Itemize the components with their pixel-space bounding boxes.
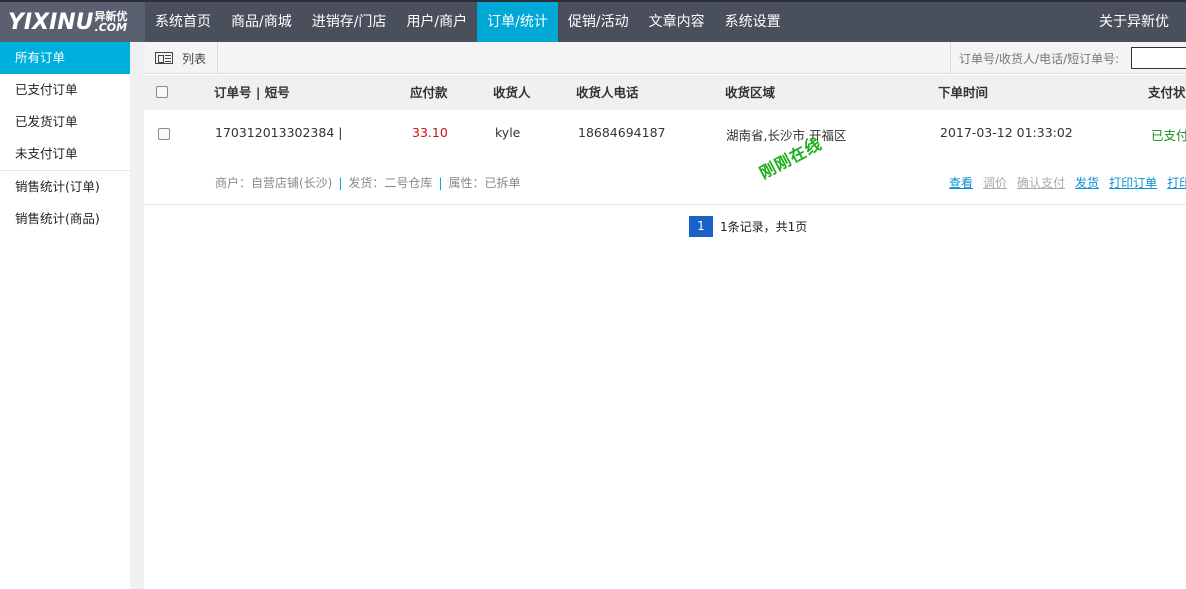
row-meta: 商户：自营店铺(长沙) | 发货：二号仓库 | 属性：已拆单 [215, 174, 521, 191]
header-receiver: 收货人 [493, 85, 531, 100]
sidebar-item-sales-stats-orders[interactable]: 销售统计(订单) [0, 171, 130, 203]
header-region: 收货区域 [725, 85, 776, 100]
sidebar-item-sales-stats-goods[interactable]: 销售统计(商品) [0, 203, 130, 235]
cell-receiver: kyle [495, 125, 521, 140]
meta-ship: 发货：二号仓库 [348, 176, 433, 190]
page-info: 1条记录，共1页 [720, 220, 808, 234]
logo[interactable]: YIXINU 异新优 .COM [0, 2, 145, 42]
sidebar-item-paid-orders[interactable]: 已支付订单 [0, 74, 130, 106]
logo-com: .COM [94, 21, 128, 34]
cell-order-no: 170312013302384 | [215, 125, 343, 140]
sidebar-item-all-orders[interactable]: 所有订单 [0, 42, 130, 74]
table-row: 170312013302384 | 33.10 kyle 18684694187… [144, 110, 1186, 205]
cell-phone: 18684694187 [578, 125, 666, 140]
cell-region: 湖南省,长沙市,开福区 [726, 128, 847, 143]
search-area: 订单号/收货人/电话/短订单号: [950, 42, 1186, 74]
logo-suffix: 异新优 .COM [95, 11, 128, 33]
page-number-button[interactable]: 1 [689, 216, 713, 237]
nav-home[interactable]: 系统首页 [145, 2, 221, 42]
sidebar-item-unpaid-orders[interactable]: 未支付订单 [0, 138, 130, 170]
action-print-more-link[interactable]: 打印 [1167, 176, 1186, 190]
nav-inventory-store[interactable]: 进销存/门店 [302, 2, 397, 42]
meta-separator: | [438, 176, 443, 190]
main-content: 列表 订单号/收货人/电话/短订单号: 订单号 | 短号 应付款 收货人 收货人… [144, 42, 1186, 589]
about-link[interactable]: 关于异新优 [1099, 2, 1169, 42]
nav-promotions[interactable]: 促销/活动 [558, 2, 639, 42]
search-label: 订单号/收货人/电话/短订单号: [959, 51, 1120, 66]
sidebar-item-shipped-orders[interactable]: 已发货订单 [0, 106, 130, 138]
action-print-order-link[interactable]: 打印订单 [1109, 176, 1157, 190]
action-confirm-pay-link[interactable]: 确认支付 [1017, 176, 1065, 190]
select-all-checkbox[interactable] [156, 86, 168, 98]
header-phone: 收货人电话 [576, 85, 639, 100]
cell-order-time: 2017-03-12 01:33:02 [940, 125, 1073, 140]
action-ship-link[interactable]: 发货 [1075, 176, 1099, 190]
list-view-icon [155, 52, 173, 64]
nav-goods-mall[interactable]: 商品/商城 [221, 2, 302, 42]
top-navbar: YIXINU 异新优 .COM 系统首页 商品/商城 进销存/门店 用户/商户 … [0, 0, 1186, 42]
meta-separator: | [338, 176, 343, 190]
meta-attr: 属性：已拆单 [448, 176, 521, 190]
nav-orders-stats[interactable]: 订单/统计 [477, 2, 558, 42]
meta-merchant: 商户：自营店铺(长沙) [215, 176, 333, 190]
action-view-link[interactable]: 查看 [949, 176, 973, 190]
header-amount: 应付款 [410, 85, 448, 100]
row-checkbox[interactable] [158, 128, 170, 140]
cell-pay-status: 已支付 [1151, 128, 1186, 143]
header-order-time: 下单时间 [938, 85, 989, 100]
list-view-label: 列表 [182, 51, 207, 66]
pagination: 1 1条记录，共1页 [689, 216, 807, 237]
toolbar: 列表 订单号/收货人/电话/短订单号: [144, 42, 1186, 74]
cell-amount: 33.10 [412, 125, 448, 140]
nav-settings[interactable]: 系统设置 [715, 2, 791, 42]
search-input[interactable] [1131, 47, 1186, 69]
nav-users-merchants[interactable]: 用户/商户 [396, 2, 477, 42]
list-view-tab[interactable]: 列表 [144, 42, 218, 74]
sidebar: 所有订单 已支付订单 已发货订单 未支付订单 销售统计(订单) 销售统计(商品) [0, 42, 144, 589]
action-adjust-price-link[interactable]: 调价 [983, 176, 1007, 190]
header-order-no: 订单号 | 短号 [214, 85, 290, 100]
row-actions: 查看 调价 确认支付 发货 打印订单 打印 [949, 174, 1186, 191]
header-pay-status: 支付状 [1148, 85, 1186, 100]
nav-articles[interactable]: 文章内容 [639, 2, 715, 42]
table-header: 订单号 | 短号 应付款 收货人 收货人电话 收货区域 下单时间 支付状 [144, 75, 1186, 110]
logo-text: YIXINU [8, 9, 94, 35]
main-nav: 系统首页 商品/商城 进销存/门店 用户/商户 订单/统计 促销/活动 文章内容… [145, 2, 791, 42]
